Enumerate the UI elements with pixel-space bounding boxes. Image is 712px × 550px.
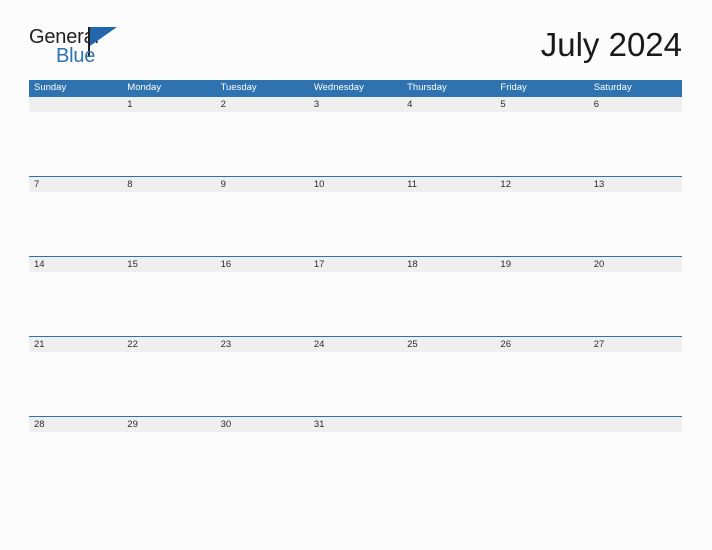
day-cell[interactable]: 22 — [122, 337, 215, 352]
day-cell[interactable]: 1 — [122, 97, 215, 112]
logo-flag-triangle-icon — [90, 27, 117, 46]
day-cell[interactable]: 10 — [309, 177, 402, 192]
day-cell[interactable]: 13 — [589, 177, 682, 192]
day-cell[interactable] — [29, 97, 122, 112]
week-note-area[interactable] — [29, 432, 682, 496]
day-cell[interactable]: 23 — [216, 337, 309, 352]
day-cell[interactable]: 2 — [216, 97, 309, 112]
logo-text-blue: Blue — [56, 45, 96, 67]
day-cell[interactable]: 8 — [122, 177, 215, 192]
week-date-band: 1 2 3 4 5 6 — [29, 97, 682, 112]
day-cell[interactable]: 28 — [29, 417, 122, 432]
week-row: 7 8 9 10 11 12 13 — [29, 176, 682, 256]
day-cell[interactable]: 20 — [589, 257, 682, 272]
day-cell[interactable]: 17 — [309, 257, 402, 272]
weekday-monday: Monday — [127, 82, 162, 93]
weekday-friday: Friday — [500, 82, 527, 93]
day-cell[interactable]: 7 — [29, 177, 122, 192]
day-cell[interactable] — [402, 417, 495, 432]
page-header: General Blue July 2024 — [29, 24, 682, 72]
general-blue-logo[interactable]: General Blue — [29, 24, 125, 70]
day-cell[interactable]: 14 — [29, 257, 122, 272]
day-cell[interactable]: 5 — [495, 97, 588, 112]
day-cell[interactable]: 21 — [29, 337, 122, 352]
week-note-area[interactable] — [29, 192, 682, 256]
week-row: 1 2 3 4 5 6 — [29, 96, 682, 176]
week-date-band: 21 22 23 24 25 26 27 — [29, 337, 682, 352]
day-cell[interactable]: 26 — [495, 337, 588, 352]
day-cell[interactable]: 11 — [402, 177, 495, 192]
weekday-tuesday: Tuesday — [220, 82, 257, 93]
week-row: 28 29 30 31 — [29, 416, 682, 496]
day-cell[interactable]: 15 — [122, 257, 215, 272]
day-cell[interactable]: 18 — [402, 257, 495, 272]
day-cell[interactable] — [589, 417, 682, 432]
week-row: 14 15 16 17 18 19 20 — [29, 256, 682, 336]
week-note-area[interactable] — [29, 112, 682, 176]
week-note-area[interactable] — [29, 352, 682, 416]
day-cell[interactable]: 6 — [589, 97, 682, 112]
week-row: 21 22 23 24 25 26 27 — [29, 336, 682, 416]
calendar-page: General Blue July 2024 Sunday Monday Tue… — [0, 0, 712, 550]
weekday-wednesday: Wednesday — [313, 82, 364, 93]
day-cell[interactable]: 19 — [495, 257, 588, 272]
day-cell[interactable]: 9 — [216, 177, 309, 192]
weekday-header-row: Sunday Monday Tuesday Wednesday Thursday… — [29, 80, 682, 96]
page-title: July 2024 — [540, 26, 682, 63]
week-note-area[interactable] — [29, 272, 682, 336]
day-cell[interactable] — [495, 417, 588, 432]
weekday-sunday: Sunday — [34, 82, 67, 93]
week-date-band: 14 15 16 17 18 19 20 — [29, 257, 682, 272]
weekday-thursday: Thursday — [407, 82, 447, 93]
day-cell[interactable]: 25 — [402, 337, 495, 352]
calendar-grid: Sunday Monday Tuesday Wednesday Thursday… — [29, 80, 682, 496]
week-date-band: 28 29 30 31 — [29, 417, 682, 432]
day-cell[interactable]: 12 — [495, 177, 588, 192]
day-cell[interactable]: 29 — [122, 417, 215, 432]
day-cell[interactable]: 24 — [309, 337, 402, 352]
day-cell[interactable]: 31 — [309, 417, 402, 432]
day-cell[interactable]: 4 — [402, 97, 495, 112]
weekday-saturday: Saturday — [593, 82, 632, 93]
day-cell[interactable]: 27 — [589, 337, 682, 352]
week-date-band: 7 8 9 10 11 12 13 — [29, 177, 682, 192]
day-cell[interactable]: 3 — [309, 97, 402, 112]
day-cell[interactable]: 30 — [216, 417, 309, 432]
day-cell[interactable]: 16 — [216, 257, 309, 272]
